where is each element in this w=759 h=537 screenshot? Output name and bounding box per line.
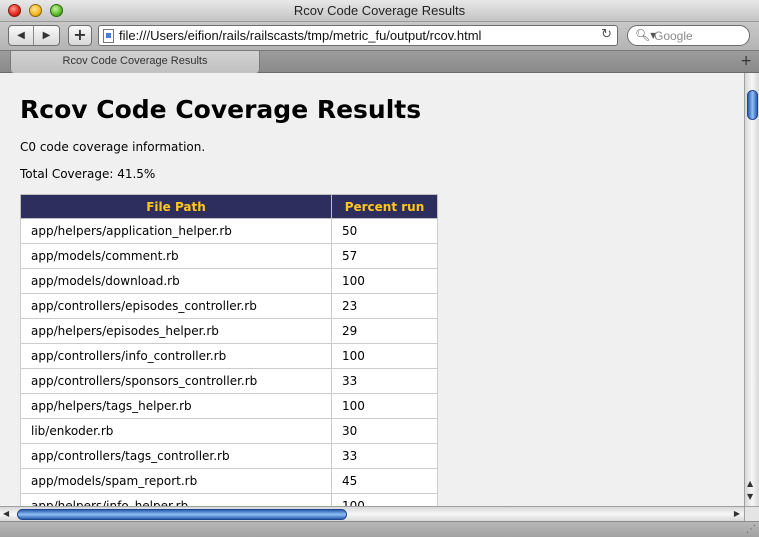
percent-run-cell: 30 [331,418,438,444]
browser-toolbar: ◀ ▶ + file:///Users/eifion/rails/railsca… [0,22,759,50]
back-arrow-icon: ◀ [17,30,25,41]
reload-icon[interactable]: ↻ [601,27,612,42]
search-input[interactable] [654,27,746,44]
scrollbar-corner [744,506,759,521]
file-path-header: File Path [20,194,332,219]
coverage-table: File Path Percent run app/helpers/applic… [20,194,438,506]
percent-run-cell: 50 [331,218,438,244]
search-field[interactable]: 🔍︎▾ [627,25,750,46]
file-path-cell: app/helpers/episodes_helper.rb [20,318,332,344]
table-row: app/controllers/tags_controller.rb 33 [20,443,438,469]
percent-run-header: Percent run [331,194,438,219]
window-titlebar: Rcov Code Coverage Results [0,0,759,22]
tab-bar: Rcov Code Coverage Results + [0,50,759,73]
table-row: app/models/download.rb 100 [20,268,438,294]
file-path-cell: lib/enkoder.rb [20,418,332,444]
vertical-scroll-thumb[interactable] [747,90,758,120]
page-title: Rcov Code Coverage Results [20,95,422,124]
file-path-cell: app/controllers/sponsors_controller.rb [20,368,332,394]
table-header-row: File Path Percent run [20,194,438,219]
scroll-left-icon[interactable]: ◀ [3,509,9,518]
horizontal-scrollbar[interactable]: ◀ ▶ [0,506,744,521]
coverage-table-body: app/helpers/application_helper.rb 50 app/m… [20,218,438,506]
resize-grip-icon[interactable]: ⋰ [746,524,756,535]
status-bar: ⋰ [0,521,759,537]
percent-run-cell: 57 [331,243,438,269]
table-row: app/helpers/episodes_helper.rb 29 [20,318,438,344]
back-button[interactable]: ◀ [9,26,35,45]
table-row: lib/enkoder.rb 30 [20,418,438,444]
percent-run-cell: 29 [331,318,438,344]
file-path-cell: app/controllers/episodes_controller.rb [20,293,332,319]
table-row: app/helpers/info_helper.rb 100 [20,493,438,506]
page-icon [103,29,114,43]
table-row: app/controllers/episodes_controller.rb 23 [20,293,438,319]
scroll-right-icon[interactable]: ▶ [734,509,740,518]
horizontal-scroll-thumb[interactable] [17,509,347,520]
url-text[interactable]: file:///Users/eifion/rails/railscasts/tm… [119,28,481,43]
percent-run-cell: 33 [331,443,438,469]
nav-buttons: ◀ ▶ [8,25,60,46]
table-row: app/helpers/application_helper.rb 50 [20,218,438,244]
percent-run-cell: 100 [331,393,438,419]
percent-run-cell: 23 [331,293,438,319]
file-path-cell: app/controllers/tags_controller.rb [20,443,332,469]
total-coverage: Total Coverage: 41.5% [20,167,156,181]
percent-run-cell: 33 [331,368,438,394]
table-row: app/controllers/sponsors_controller.rb 33 [20,368,438,394]
table-row: app/controllers/info_controller.rb 100 [20,343,438,369]
file-path-cell: app/models/comment.rb [20,243,332,269]
percent-run-cell: 100 [331,268,438,294]
table-row: app/helpers/tags_helper.rb 100 [20,393,438,419]
page-subtitle: C0 code coverage information. [20,140,206,154]
file-path-cell: app/models/spam_report.rb [20,468,332,494]
file-path-cell: app/helpers/info_helper.rb [20,493,332,506]
address-bar[interactable]: file:///Users/eifion/rails/railscasts/tm… [98,25,618,46]
scroll-down-icon[interactable]: ▼ [747,492,753,501]
file-path-cell: app/controllers/info_controller.rb [20,343,332,369]
tab-rcov-results[interactable]: Rcov Code Coverage Results [10,51,260,73]
page-content: Rcov Code Coverage Results C0 code cover… [0,73,744,506]
percent-run-cell: 100 [331,493,438,506]
table-row: app/models/spam_report.rb 45 [20,468,438,494]
window-title: Rcov Code Coverage Results [293,3,466,18]
new-tab-icon[interactable]: + [740,53,752,69]
percent-run-cell: 45 [331,468,438,494]
file-path-cell: app/helpers/application_helper.rb [20,218,332,244]
forward-arrow-icon: ▶ [42,30,51,41]
file-path-cell: app/helpers/tags_helper.rb [20,393,332,419]
vertical-scrollbar[interactable]: ▲ ▼ [744,73,759,506]
table-row: app/models/comment.rb 57 [20,243,438,269]
file-path-cell: app/models/download.rb [20,268,332,294]
add-bookmark-button[interactable]: + [68,25,92,46]
percent-run-cell: 100 [331,343,438,369]
scroll-up-icon[interactable]: ▲ [747,479,753,488]
forward-button[interactable]: ▶ [34,26,59,45]
